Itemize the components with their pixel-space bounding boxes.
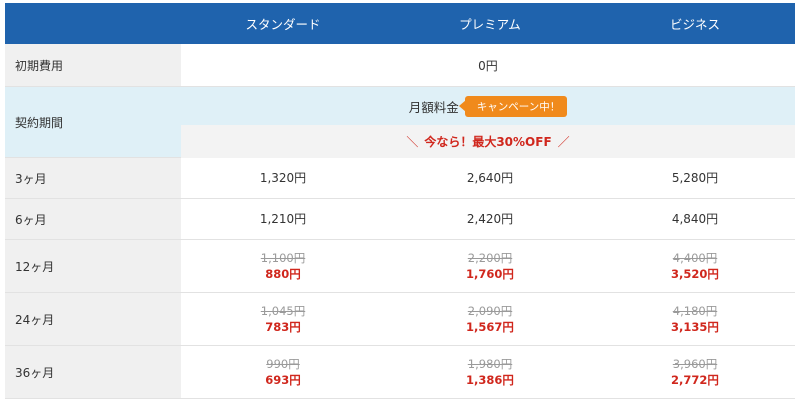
monthly-fee-header: 月額料金 キャンペーン中！	[181, 87, 795, 125]
discounted-price: 1,760円	[466, 267, 514, 281]
price-cell-business: 4,180円 3,135円	[595, 293, 795, 346]
original-price: 3,960円	[672, 357, 718, 371]
price-cell-premium: 2,420円	[385, 199, 595, 240]
price-cell-business: 3,960円 2,772円	[595, 346, 795, 399]
original-price: 1,100円	[260, 251, 306, 265]
price-cell-business: 4,400円 3,520円	[595, 240, 795, 293]
price-cell-premium: 1,980円 1,386円	[385, 346, 595, 399]
promo-left-mark: ＼	[406, 135, 419, 149]
header-empty-cell	[5, 3, 181, 44]
table-row: 3ヶ月 1,320円 2,640円 5,280円	[5, 158, 795, 199]
original-price: 4,180円	[672, 304, 718, 318]
period-label: 12ヶ月	[5, 240, 181, 293]
original-price: 990円	[266, 357, 300, 371]
price: 1,320円	[259, 171, 307, 185]
period-label: 6ヶ月	[5, 199, 181, 240]
initial-fee-label: 初期費用	[5, 44, 181, 87]
original-price: 2,200円	[467, 251, 513, 265]
price-cell-premium: 2,640円	[385, 158, 595, 199]
period-label: 24ヶ月	[5, 293, 181, 346]
plan-header-business: ビジネス	[669, 17, 720, 32]
price-cell-business: 4,840円	[595, 199, 795, 240]
price-cell-premium: 2,090円 1,567円	[385, 293, 595, 346]
initial-fee-value: 0円	[181, 44, 795, 87]
price-cell-standard: 1,100円 880円	[181, 240, 385, 293]
discounted-price: 2,772円	[671, 373, 719, 387]
original-price: 1,980円	[467, 357, 513, 371]
price-cell-standard: 990円 693円	[181, 346, 385, 399]
table-row: 36ヶ月 990円 693円 1,980円 1,386円 3,960円 2,772円	[5, 346, 795, 399]
table-row: 24ヶ月 1,045円 783円 2,090円 1,567円 4,180円 3,135円	[5, 293, 795, 346]
period-label: 3ヶ月	[5, 158, 181, 199]
discounted-price: 1,567円	[466, 320, 514, 334]
discounted-price: 3,135円	[671, 320, 719, 334]
price-cell-standard: 1,045円 783円	[181, 293, 385, 346]
discounted-price: 880円	[265, 267, 301, 281]
price-cell-premium: 2,200円 1,760円	[385, 240, 595, 293]
price: 2,420円	[466, 212, 514, 226]
discounted-price: 3,520円	[671, 267, 719, 281]
price: 1,210円	[259, 212, 307, 226]
discounted-price: 783円	[265, 320, 301, 334]
price-cell-standard: 1,320円	[181, 158, 385, 199]
plan-header-standard: スタンダード	[245, 17, 321, 32]
pricing-header-row: スタンダード プレミアム ビジネス	[5, 3, 795, 44]
contract-period-label: 契約期間	[5, 87, 181, 158]
table-row: 12ヶ月 1,100円 880円 2,200円 1,760円 4,400円 3,520円	[5, 240, 795, 293]
discounted-price: 693円	[265, 373, 301, 387]
period-label: 36ヶ月	[5, 346, 181, 399]
initial-fee-row: 初期費用 0円	[5, 44, 795, 87]
price: 5,280円	[671, 171, 719, 185]
original-price: 1,045円	[260, 304, 306, 318]
price: 4,840円	[671, 212, 719, 226]
plan-header-premium: プレミアム	[459, 17, 521, 32]
price-cell-business: 5,280円	[595, 158, 795, 199]
table-row: 6ヶ月 1,210円 2,420円 4,840円	[5, 199, 795, 240]
price-cell-standard: 1,210円	[181, 199, 385, 240]
discounted-price: 1,386円	[466, 373, 514, 387]
original-price: 4,400円	[672, 251, 718, 265]
campaign-badge: キャンペーン中！	[458, 95, 568, 117]
promo-banner: ＼ 今なら！最大30%OFF ／	[181, 125, 795, 159]
monthly-fee-label: 月額料金	[408, 99, 459, 115]
original-price: 2,090円	[467, 304, 513, 318]
price: 2,640円	[466, 171, 514, 185]
promo-text: 今なら！最大30%OFF	[424, 135, 552, 149]
promo-right-mark: ／	[557, 135, 570, 149]
